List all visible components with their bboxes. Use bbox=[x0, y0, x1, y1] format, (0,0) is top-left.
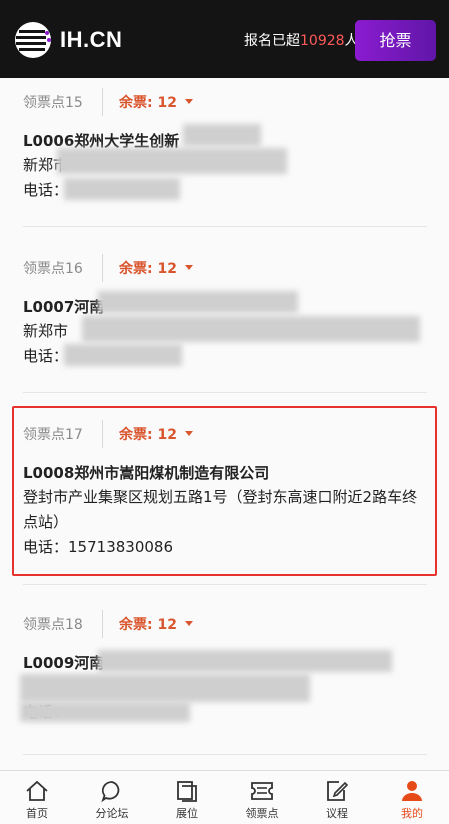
redacted-block bbox=[20, 702, 190, 722]
separator bbox=[23, 226, 427, 227]
tab-label: 展位 bbox=[176, 807, 198, 820]
pickup-point-label: 领票点17 bbox=[23, 427, 83, 443]
separator bbox=[23, 392, 427, 393]
divider bbox=[102, 254, 103, 282]
caret-down-icon[interactable] bbox=[185, 265, 193, 270]
tab-home[interactable]: 首页 bbox=[0, 771, 74, 824]
redacted-block bbox=[64, 344, 182, 366]
tab-ticket-points[interactable]: 领票点 bbox=[225, 771, 299, 824]
separator bbox=[23, 584, 427, 585]
card-header: 领票点18 余票: 12 bbox=[23, 610, 428, 638]
remaining-tickets-dropdown[interactable]: 余票: 12 bbox=[119, 92, 177, 112]
phone-label: 电话： bbox=[23, 538, 69, 556]
tab-label: 分论坛 bbox=[95, 807, 129, 820]
logo-mark-icon bbox=[15, 22, 51, 58]
org-name: L0008郑州市嵩阳煤机制造有限公司 bbox=[23, 464, 270, 482]
remaining-tickets-dropdown[interactable]: 余票: 12 bbox=[119, 424, 177, 444]
pickup-point-list[interactable]: 领票点15 余票: 12 L0006郑州大学生创新 新郑市 电话： 领票点16 … bbox=[0, 78, 449, 770]
redacted-block bbox=[57, 148, 287, 174]
tab-agenda[interactable]: 议程 bbox=[300, 771, 374, 824]
divider bbox=[102, 610, 103, 638]
tab-label: 我的 bbox=[401, 807, 423, 820]
redacted-block bbox=[82, 316, 420, 342]
divider bbox=[102, 88, 103, 116]
tab-me[interactable]: 我的 bbox=[375, 771, 449, 824]
tab-label: 首页 bbox=[26, 807, 48, 820]
signup-count-text: 报名已超10928人 bbox=[244, 30, 359, 50]
pickup-point-label: 领票点18 bbox=[23, 617, 83, 633]
tab-forum[interactable]: 分论坛 bbox=[75, 771, 149, 824]
remaining-tickets-dropdown[interactable]: 余票: 12 bbox=[119, 258, 177, 278]
tab-label: 议程 bbox=[326, 807, 348, 820]
home-icon bbox=[26, 780, 48, 801]
caret-down-icon[interactable] bbox=[185, 99, 193, 104]
user-icon bbox=[402, 781, 422, 801]
pickup-card: 领票点17 余票: 12 L0008郑州市嵩阳煤机制造有限公司 登封市产业集聚区… bbox=[23, 420, 428, 560]
tab-booth[interactable]: 展位 bbox=[150, 771, 224, 824]
signup-count: 10928 bbox=[300, 33, 345, 49]
caret-down-icon[interactable] bbox=[185, 431, 193, 436]
redacted-block bbox=[20, 674, 310, 702]
phone-row: 电话：15713830086 bbox=[23, 535, 428, 560]
separator bbox=[23, 754, 427, 755]
booth-icon bbox=[177, 781, 197, 802]
address: 登封市产业集聚区规划五路1号（登封东高速口附近2路车终点站） bbox=[23, 488, 418, 531]
app-header: IH.CN 报名已超10928人 抢票 bbox=[0, 0, 449, 78]
redacted-block bbox=[183, 124, 261, 146]
pickup-point-label: 领票点16 bbox=[23, 261, 83, 277]
grab-ticket-button[interactable]: 抢票 bbox=[355, 20, 436, 61]
phone-number[interactable]: 15713830086 bbox=[68, 538, 173, 556]
redacted-block bbox=[98, 650, 392, 672]
forum-icon bbox=[101, 781, 120, 803]
card-header: 领票点16 余票: 12 bbox=[23, 254, 428, 282]
card-header: 领票点15 余票: 12 bbox=[23, 88, 428, 116]
agenda-icon bbox=[327, 781, 349, 801]
bottom-tab-bar: 首页 分论坛 展位 领票点 议程 我的 bbox=[0, 770, 449, 824]
caret-down-icon[interactable] bbox=[185, 621, 193, 626]
pickup-point-label: 领票点15 bbox=[23, 95, 83, 111]
ticket-icon bbox=[251, 782, 273, 800]
card-header: 领票点17 余票: 12 bbox=[23, 420, 428, 448]
redacted-block bbox=[98, 291, 298, 313]
logo[interactable]: IH.CN bbox=[13, 20, 163, 60]
divider bbox=[102, 420, 103, 448]
logo-text: IH.CN bbox=[60, 27, 123, 52]
remaining-tickets-dropdown[interactable]: 余票: 12 bbox=[119, 614, 177, 634]
redacted-block bbox=[64, 178, 180, 200]
signup-prefix: 报名已超 bbox=[244, 33, 300, 49]
tab-label: 领票点 bbox=[245, 807, 279, 820]
